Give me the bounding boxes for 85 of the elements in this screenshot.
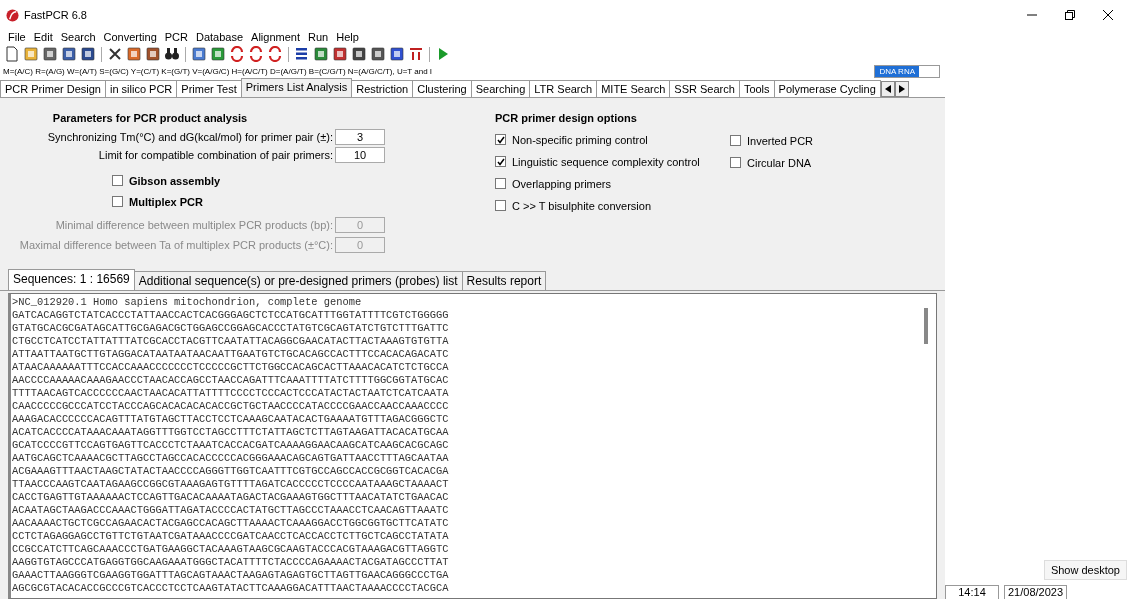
checkbox-label: Overlapping primers xyxy=(512,177,612,190)
sequence-line: AACCCCAAAAACAAAGAACCCTAACACCAGCCTAACCAGATTTCAAATTTTATCTTTTGGCGGTATGCAC xyxy=(12,374,450,387)
sequence-line: AAGGTGTAGCCCATGAGGTGGCAAGAAATGGGCTACATTTTCTACCCCAGAAAACTACGATAGCCCTTAT xyxy=(12,556,450,569)
sequence-line: ACGAAAGTTTAACTAAGCTATACTAACCCCAGGGTTGGTCAATTTCGTGCCAGCCACCGCGGTCACACGA xyxy=(12,465,450,478)
tab[interactable]: Searching xyxy=(470,80,531,97)
sequence-line: >NC_012920.1 Homo sapiens mitochondrion, complete genome xyxy=(12,296,363,309)
checkbox-label: Gibson assembly xyxy=(129,174,221,187)
menu-item[interactable]: Help xyxy=(332,30,363,43)
menu-item[interactable]: Search xyxy=(56,30,100,43)
tooltip: Show desktop xyxy=(1043,560,1127,580)
sequence-line: AATGCAGCTCAAAACGCTTAGCCTAGCCACACCCCCACGGGAAACAGCAGTGATTAACCTTTAGCAATAA xyxy=(12,452,450,465)
checkbox-label: Non-specific priming control xyxy=(512,133,648,146)
checkbox-label: C >> T bisulphite conversion xyxy=(512,199,651,212)
list-icon[interactable] xyxy=(294,46,310,62)
menu-item[interactable]: Converting xyxy=(99,30,161,43)
checkbox[interactable] xyxy=(495,178,506,189)
sequence-line: TTAACCCAAGTCAATAGAAGCCGGCGTAAAGAGTGTTTTAGATCACCCCCTCCCCAATAAAGCTAAAACT xyxy=(12,478,450,491)
menu-item[interactable]: Database xyxy=(192,30,248,43)
menu-item[interactable]: PCR xyxy=(160,30,192,43)
menu-item[interactable]: Edit xyxy=(29,30,57,43)
menu-item[interactable]: Alignment xyxy=(247,30,304,43)
sequence-line: AGCGCGTACACACCGCCCGTCACCCTCCTCAAGTATACTTCAAAGGACATTTAACTAAAACCCCTACGCA xyxy=(12,582,450,595)
sequence-line: CACCTGAGTTGTAAAAAACTCCAGTTGACACAAAATAGACTACGAAAGTGGCTTTAACATATCTGAACAC xyxy=(12,491,450,504)
tab[interactable]: Primers List Analysis xyxy=(240,78,353,97)
restore-icon[interactable] xyxy=(1065,10,1075,20)
status-time: 14:14 xyxy=(945,585,999,599)
bars-icon[interactable] xyxy=(408,46,424,62)
iupac-hint: M=(A/C) R=(A/G) W=(A/T) S=(G/C) Y=(C/T) K=(G/T) V=(A/G/C) H=(A/C/T) D=(A/G/T) B=(C/G/T) N=(A/G/C/T), U=T and I xyxy=(3,67,433,76)
section-heading: Parameters for PCR product analysis xyxy=(52,112,248,126)
checkbox-label: Linguistic sequence complexity control xyxy=(512,155,700,168)
field-label: Synchronizing Tm(°C) and dG(kcal/mol) for primer pair (±): xyxy=(47,131,333,143)
sequence-line: GTATGCACGCGATAGCATTGCGAGACGCTGGAGCCGGAGCACCCTATGTCGCAGTATCTGTCTTTGATTC xyxy=(12,322,450,335)
sequence-line: ACAATAGCTAAGACCCAAACTGGGATTAGATACCCCACTATGCTTAGCCCTAAACCTCAACAGTTAAATC xyxy=(12,504,450,517)
app-logo-icon xyxy=(6,8,19,22)
sequence-editor[interactable] xyxy=(8,293,937,599)
section-heading: PCR primer design options xyxy=(495,112,638,126)
tab[interactable]: Clustering xyxy=(412,80,472,97)
close-icon[interactable] xyxy=(1103,10,1113,20)
checkbox[interactable] xyxy=(112,175,123,186)
sequence-line: GCATCCCCGTTCCAGTGAGTTCACCCTCTAAATCACCACGATCAAAAGGAACAAGCATCAAGCACGCAGC xyxy=(12,439,450,452)
binoculars-icon[interactable] xyxy=(164,46,180,62)
left-triangle-icon xyxy=(884,85,891,93)
sequence-line: ACATCACCCCATAAACAAATAGGTTTGGTCCTAGCCTTTCTATTAGCTCTTAGTAAGATTACACATGCAA xyxy=(12,426,450,439)
right-triangle-icon xyxy=(898,85,905,93)
field-label: Minimal difference between multiplex PCR products (bp): xyxy=(55,219,333,231)
checkbox-label: Multiplex PCR xyxy=(129,195,203,208)
checkbox-label: Circular DNA xyxy=(747,156,812,169)
sequence-line: CAACCCCCGCCCATCCTACCCAGCACACACACACCGCTGCTAACCCCATACCCCGAACCAACCAAACCCC xyxy=(12,400,450,413)
sequence-line: TTTTAACAGTCACCCCCCAACTAACACATTATTTTCCCCTCCCACTCCCATACTACTAATCTCATCAATA xyxy=(12,387,450,400)
checkbox[interactable] xyxy=(730,157,741,168)
checkbox[interactable] xyxy=(495,134,506,145)
tab[interactable]: Polymerase Cycling xyxy=(773,80,881,97)
sequence-line: AAAGACACCCCCCACAGTTTATGTAGCTTACCTCCTCAAAGCAATACACTGAAAATGTTTAGACGGGCTC xyxy=(12,413,450,426)
menu-item[interactable]: File xyxy=(4,30,30,43)
checkbox-label: Inverted PCR xyxy=(747,134,814,147)
checkbox[interactable] xyxy=(112,196,123,207)
cut-icon[interactable] xyxy=(107,46,123,62)
sequence-line: GAAACTTAAGGGTCGAAGGTGGATTTAGCAGTAAACTAAGAGTAGAGTGCTTAGTTGAACAGGGCCCTGA xyxy=(12,569,450,582)
tab[interactable]: Additional sequence(s) or pre-designed primers (probes) list xyxy=(133,271,463,290)
field-label: Limit for compatible combination of pair primers: xyxy=(98,149,333,161)
checkbox[interactable] xyxy=(495,156,506,167)
checkbox[interactable] xyxy=(495,200,506,211)
tab[interactable]: Sequences: 1 : 16569 xyxy=(8,269,135,290)
status-date: 21/08/2023 xyxy=(1004,585,1068,599)
window-title: FastPCR 6.8 xyxy=(24,9,87,21)
rotate-icon[interactable] xyxy=(248,46,264,62)
number-field[interactable]: 10 xyxy=(335,147,385,163)
sequence-line: GATCACAGGTCTATCACCCTATTAACCACTCACGGGAGCTCTCCATGCATTTGGTATTTTCGTCTGGGGG xyxy=(12,309,450,322)
rotate-icon[interactable] xyxy=(229,46,245,62)
rotate-icon[interactable] xyxy=(267,46,283,62)
window-icon[interactable] xyxy=(191,46,207,62)
field-label: Maximal difference between Ta of multiplex PCR products (±°C): xyxy=(19,239,333,251)
checkbox[interactable] xyxy=(730,135,741,146)
number-field[interactable]: 3 xyxy=(335,129,385,145)
sequence-line: ATAACAAAAAATTTCCACCAAACCCCCCCTCCCCCGCTTCTGGCCACAGCACTTAAACACATCTCTGCCA xyxy=(12,361,450,374)
sequence-line: ATTAATTAATGCTTGTAGGACATAATAATAACAATTGAATGTCTGCACAGCCACTTTCCACACAGACATC xyxy=(12,348,450,361)
sequence-line: CCTCTAGAGGAGCCTGTTCTGTAATCGATAAACCCCGATCAACCTCACCACCTCTTGCTCAGCCTATATA xyxy=(12,530,450,543)
tab[interactable]: PCR Primer Design xyxy=(0,80,106,97)
menu-item[interactable]: Run xyxy=(304,30,333,43)
scroll-thumb[interactable] xyxy=(924,308,928,344)
sequence-line: CTGCCTCATCCTATTATTTATCGCACCTACGTTCAATATTACAGGCGAACATACTTACTAAAGTGTGTTA xyxy=(12,335,450,348)
sequence-line: AACAAAACTGCTCGCCAGAACACTACGAGCCACAGCTTAAAACTCAAAGGACCTGGCGGTGCTTCATATC xyxy=(12,517,450,530)
sequence-line: CCGCCATCTTCAGCAAACCCTGATGAAGGCTACAAAGTAAGCGCAAGTACCCACGTAAAGACGTTAGGTC xyxy=(12,543,450,556)
tab[interactable]: Results report xyxy=(461,271,547,290)
new-file-icon[interactable] xyxy=(4,46,20,62)
